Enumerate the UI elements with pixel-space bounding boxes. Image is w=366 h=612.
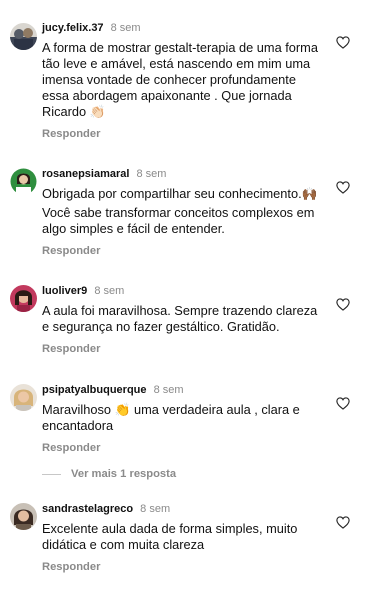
heart-icon[interactable]	[336, 516, 350, 529]
comment-header: jucy.felix.37 8 sem	[42, 21, 326, 35]
username[interactable]: jucy.felix.37	[42, 22, 104, 34]
comment-text-body: A forma de mostrar gestalt-terapia de um…	[42, 40, 318, 119]
comment-header: psipatyalbuquerque 8 sem	[42, 383, 326, 397]
timestamp[interactable]: 8 sem	[137, 168, 167, 180]
reply-button[interactable]: Responder	[42, 244, 326, 258]
comment-text-body: Maravilhoso 👏 uma verdadeira aula , clar…	[42, 402, 300, 433]
heart-icon[interactable]	[336, 298, 350, 311]
comment-header: rosanepsiamaral 8 sem	[42, 167, 326, 181]
comment-text-body-2: Você sabe transformar conceitos complexo…	[42, 205, 315, 236]
avatar[interactable]	[10, 384, 37, 411]
comment-item: jucy.felix.37 8 sem A forma de mostrar g…	[0, 21, 366, 141]
heart-icon[interactable]	[336, 36, 350, 49]
view-more-replies[interactable]: Ver mais 1 resposta	[0, 467, 366, 481]
username[interactable]: rosanepsiamaral	[42, 168, 129, 180]
comment-text: A aula foi maravilhosa. Sempre trazendo …	[42, 303, 326, 335]
comment-text-body: Excelente aula dada de forma simples, mu…	[42, 521, 298, 552]
comment-header: sandrastelagreco 8 sem	[42, 502, 326, 516]
comment-header: luoliver9 8 sem	[42, 284, 326, 298]
view-more-replies-label[interactable]: Ver mais 1 resposta	[71, 468, 176, 480]
avatar[interactable]	[10, 168, 37, 195]
divider	[42, 473, 61, 475]
heart-icon[interactable]	[336, 181, 350, 194]
timestamp[interactable]: 8 sem	[154, 384, 184, 396]
comment-item: psipatyalbuquerque 8 sem Maravilhoso 👏 u…	[0, 383, 366, 455]
username[interactable]: psipatyalbuquerque	[42, 384, 147, 396]
reply-button[interactable]: Responder	[42, 560, 326, 574]
timestamp[interactable]: 8 sem	[111, 22, 141, 34]
comment-text: A forma de mostrar gestalt-terapia de um…	[42, 40, 326, 120]
reply-button[interactable]: Responder	[42, 127, 326, 141]
comment-text: Maravilhoso 👏 uma verdadeira aula , clar…	[42, 402, 326, 434]
comment-item: luoliver9 8 sem A aula foi maravilhosa. …	[0, 284, 366, 356]
avatar[interactable]	[10, 503, 37, 530]
reply-button[interactable]: Responder	[42, 342, 326, 356]
timestamp[interactable]: 8 sem	[140, 503, 170, 515]
comment-text-body: Obrigada por compartilhar seu conhecimen…	[42, 186, 318, 201]
heart-icon[interactable]	[336, 397, 350, 410]
comment-list: jucy.felix.37 8 sem A forma de mostrar g…	[0, 21, 366, 574]
reply-button[interactable]: Responder	[42, 441, 326, 455]
comment-text: Obrigada por compartilhar seu conhecimen…	[42, 186, 326, 237]
comment-text: Excelente aula dada de forma simples, mu…	[42, 521, 326, 553]
username[interactable]: sandrastelagreco	[42, 503, 133, 515]
avatar[interactable]	[10, 285, 37, 312]
avatar[interactable]	[10, 23, 37, 50]
comment-item: rosanepsiamaral 8 sem Obrigada por compa…	[0, 167, 366, 258]
username[interactable]: luoliver9	[42, 285, 87, 297]
timestamp[interactable]: 8 sem	[94, 285, 124, 297]
comment-text-body: A aula foi maravilhosa. Sempre trazendo …	[42, 303, 318, 334]
comment-item: sandrastelagreco 8 sem Excelente aula da…	[0, 502, 366, 574]
